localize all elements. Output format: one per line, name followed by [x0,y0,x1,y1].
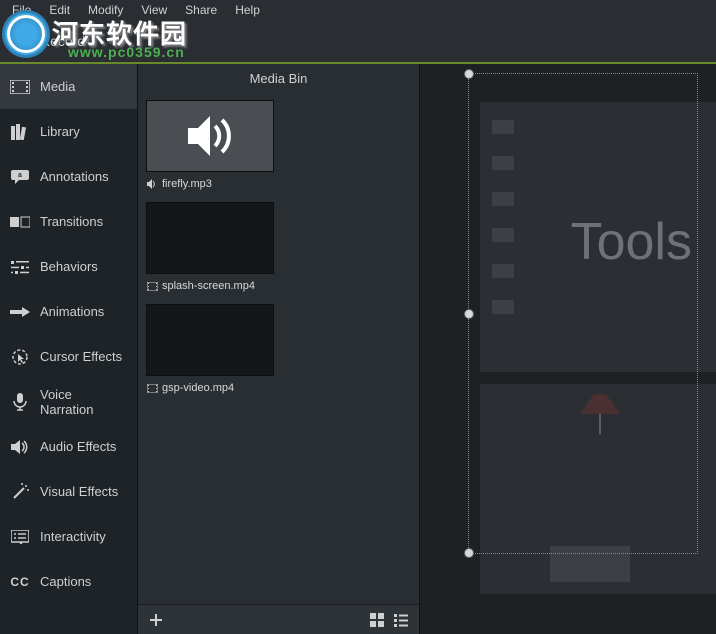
canvas-selection[interactable] [468,73,698,554]
arrow-icon [10,302,30,322]
sidebar-item-label: Media [40,79,75,94]
sidebar-item-cursor-effects[interactable]: Cursor Effects [0,334,137,379]
filmstrip-icon [10,77,30,97]
sidebar-item-label: Interactivity [40,529,106,544]
record-label: Record [40,33,85,49]
media-filename: firefly.mp3 [162,178,212,190]
sidebar-item-voice-narration[interactable]: Voice Narration [0,379,137,424]
sidebar-item-label: Behaviors [40,259,98,274]
media-bin-panel: Media Bin firefly.mp3 [138,64,420,634]
sliders-icon [10,257,30,277]
grid-view-button[interactable] [365,608,389,632]
menu-share[interactable]: Share [177,1,225,19]
media-thumb-audio [146,100,274,172]
record-icon [20,34,34,48]
selection-handle-mid-left[interactable] [464,309,474,319]
record-button[interactable]: Record [20,33,85,49]
media-filename: splash-screen.mp4 [162,280,255,292]
sidebar-item-behaviors[interactable]: Behaviors [0,244,137,289]
sidebar-item-captions[interactable]: CC Captions [0,559,137,604]
add-media-button[interactable] [144,608,168,632]
cursor-icon [10,347,30,367]
selection-handle-top-left[interactable] [464,69,474,79]
wand-icon [10,482,30,502]
canvas-area[interactable]: Tools [420,64,716,634]
main-area: Media Library a Annotations Transitions … [0,64,716,634]
sidebar-item-label: Transitions [40,214,103,229]
sidebar-item-media[interactable]: Media [0,64,137,109]
sidebar-item-label: Audio Effects [40,439,116,454]
media-bin-title: Media Bin [138,64,419,92]
record-bar: Record [0,20,716,64]
sidebar-item-label: Library [40,124,80,139]
transition-icon [10,212,30,232]
media-filename: gsp-video.mp4 [162,382,234,394]
menu-view[interactable]: View [133,1,175,19]
sidebar-item-label: Visual Effects [40,484,118,499]
media-item[interactable]: splash-screen.mp4 [146,202,274,294]
quiz-icon [10,527,30,547]
selection-handle-bottom-left[interactable] [464,548,474,558]
video-mini-icon [146,280,158,292]
media-thumb-video [146,202,274,274]
sidebar-item-label: Annotations [40,169,109,184]
speaker-icon [10,437,30,457]
media-thumb-video [146,304,274,376]
microphone-icon [10,392,30,412]
media-label: splash-screen.mp4 [146,278,274,294]
sidebar-item-audio-effects[interactable]: Audio Effects [0,424,137,469]
callout-icon: a [10,167,30,187]
sidebar-item-annotations[interactable]: a Annotations [0,154,137,199]
sidebar-item-label: Voice Narration [40,387,127,417]
sidebar-item-library[interactable]: Library [0,109,137,154]
sidebar-item-label: Animations [40,304,104,319]
sidebar-item-label: Captions [40,574,91,589]
media-bin-grid: firefly.mp3 splash-screen.mp4 [138,92,419,604]
menu-modify[interactable]: Modify [80,1,131,19]
audio-mini-icon [146,178,158,190]
sidebar-item-visual-effects[interactable]: Visual Effects [0,469,137,514]
menu-file[interactable]: File [4,1,39,19]
menu-help[interactable]: Help [227,1,268,19]
sidebar-item-transitions[interactable]: Transitions [0,199,137,244]
svg-text:a: a [18,172,22,179]
media-item[interactable]: gsp-video.mp4 [146,304,274,396]
media-label: gsp-video.mp4 [146,380,274,396]
media-item[interactable]: firefly.mp3 [146,100,274,192]
sidebar-item-interactivity[interactable]: Interactivity [0,514,137,559]
video-mini-icon [146,382,158,394]
media-label: firefly.mp3 [146,176,274,192]
media-bin-footer [138,604,419,634]
sidebar-item-label: Cursor Effects [40,349,122,364]
list-view-button[interactable] [389,608,413,632]
menu-edit[interactable]: Edit [41,1,78,19]
menubar: File Edit Modify View Share Help [0,0,716,20]
sidebar-item-animations[interactable]: Animations [0,289,137,334]
sidebar: Media Library a Annotations Transitions … [0,64,138,634]
cc-icon: CC [10,572,30,592]
books-icon [10,122,30,142]
